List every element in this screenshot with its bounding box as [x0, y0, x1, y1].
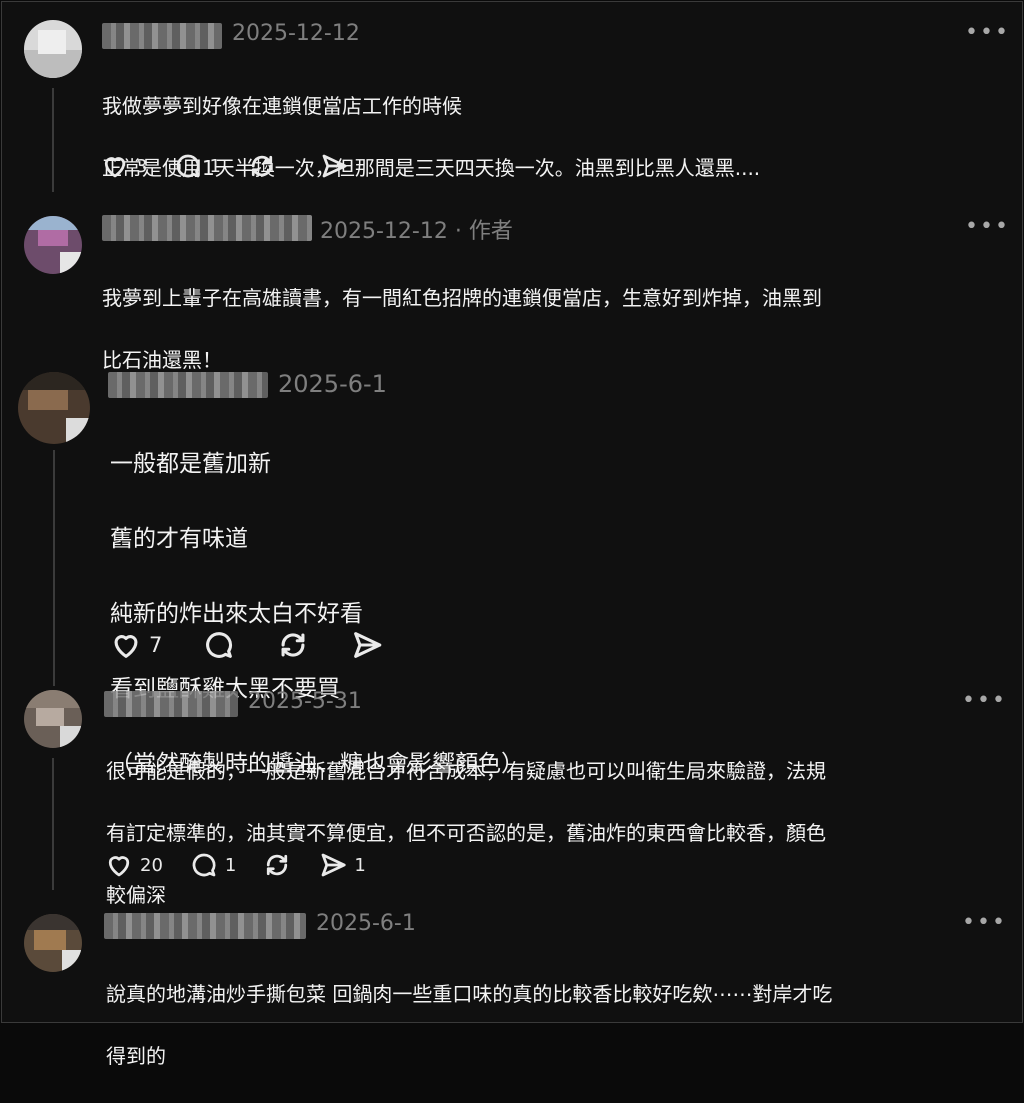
post-text: 很可能是假的，一般是新舊混合才符合成本，有疑慮也可以叫衛生局來驗證，法規 有訂定… — [106, 725, 826, 942]
like-count: 7 — [149, 633, 163, 657]
more-options-button[interactable]: ••• — [962, 910, 1007, 935]
repost-icon — [251, 155, 273, 177]
like-button[interactable]: 7 — [109, 628, 162, 662]
avatar[interactable] — [24, 20, 82, 78]
repost-button[interactable] — [262, 850, 292, 880]
post-date: 2025-6-1 — [316, 911, 416, 936]
text-line: 說真的地溝油炒手撕包菜 回鍋肉一些重口味的真的比較香比較好吃欸⋯⋯對岸才吃 — [106, 982, 833, 1006]
text-line: 我做夢夢到好像在連鎖便當店工作的時候 — [102, 94, 462, 118]
like-count: 20 — [140, 854, 163, 876]
reply-button[interactable] — [202, 628, 236, 662]
more-options-button[interactable]: ••• — [965, 20, 1010, 45]
reply-count: 1 — [209, 155, 221, 177]
post-actions: 3 1 — [100, 151, 391, 181]
repost-icon — [267, 854, 288, 876]
username-blurred[interactable] — [102, 23, 222, 49]
avatar[interactable] — [24, 216, 82, 274]
like-count: 3 — [136, 155, 148, 177]
share-icon — [322, 154, 347, 178]
text-line: 得到的 — [106, 1044, 166, 1068]
share-button[interactable]: 1 — [318, 850, 366, 880]
thread-line — [53, 450, 55, 686]
reply-icon — [192, 853, 216, 877]
share-button[interactable] — [319, 151, 365, 181]
username-blurred[interactable] — [104, 691, 238, 717]
text-line: 一般都是舊加新 — [110, 450, 271, 477]
post-date: 2025-6-1 — [278, 370, 387, 398]
text-line: 舊的才有味道 — [110, 525, 248, 552]
avatar[interactable] — [18, 372, 90, 444]
share-button[interactable] — [350, 628, 384, 662]
repost-icon — [281, 633, 305, 657]
post-actions: 7 — [109, 628, 410, 662]
repost-button[interactable] — [247, 151, 293, 181]
reply-count: 1 — [224, 854, 237, 876]
post-actions: 20 1 1 — [104, 850, 392, 880]
like-button[interactable]: 20 — [104, 850, 163, 880]
username-blurred[interactable] — [104, 913, 306, 939]
share-icon — [354, 632, 382, 658]
avatar[interactable] — [24, 914, 82, 972]
repost-button[interactable] — [276, 628, 310, 662]
text-line: 我夢到上輩子在高雄讀書，有一間紅色招牌的連鎖便當店，生意好到炸掉，油黑到 — [102, 286, 822, 310]
username-blurred[interactable] — [102, 215, 312, 241]
share-count: 1 — [354, 854, 366, 876]
post-text: 我做夢夢到好像在連鎖便當店工作的時候 正常是使用1天半換一次，但那間是三天四天換… — [102, 60, 760, 215]
heart-icon — [114, 635, 138, 658]
thread-line — [52, 758, 54, 890]
like-button[interactable]: 3 — [100, 151, 147, 181]
text-line: 很可能是假的，一般是新舊混合才符合成本，有疑慮也可以叫衛生局來驗證，法規 — [106, 759, 826, 783]
post-date: 2025-12-12 — [232, 21, 360, 46]
reply-icon — [206, 632, 233, 658]
reply-button[interactable]: 1 — [189, 850, 236, 880]
comment-thread: 2025-12-12 ••• 我做夢夢到好像在連鎖便當店工作的時候 正常是使用1… — [1, 1, 1023, 1068]
reply-button[interactable]: 1 — [173, 151, 221, 181]
username-blurred[interactable] — [108, 372, 268, 398]
thread-line — [52, 88, 54, 192]
post-date: 2025-12-12 — [320, 219, 448, 244]
avatar[interactable] — [24, 690, 82, 748]
author-badge: · 作者 — [454, 219, 513, 244]
text-line: 有訂定標準的，油其實不算便宜，但不可否認的是，舊油炸的東西會比較香，顏色 — [106, 821, 826, 845]
text-line: 較偏深 — [106, 883, 166, 907]
more-options-button[interactable]: ••• — [962, 688, 1007, 713]
share-icon — [321, 853, 346, 877]
reply-icon — [177, 154, 200, 178]
post-date-row: 2025-12-12 · 作者 — [320, 213, 513, 245]
heart-icon — [108, 856, 130, 877]
post-text: 說真的地溝油炒手撕包菜 回鍋肉一些重口味的真的比較香比較好吃欸⋯⋯對岸才吃 得到… — [106, 948, 832, 1103]
more-options-button[interactable]: ••• — [965, 214, 1010, 239]
post-date: 2025-5-31 — [248, 689, 362, 714]
heart-icon — [104, 157, 126, 178]
